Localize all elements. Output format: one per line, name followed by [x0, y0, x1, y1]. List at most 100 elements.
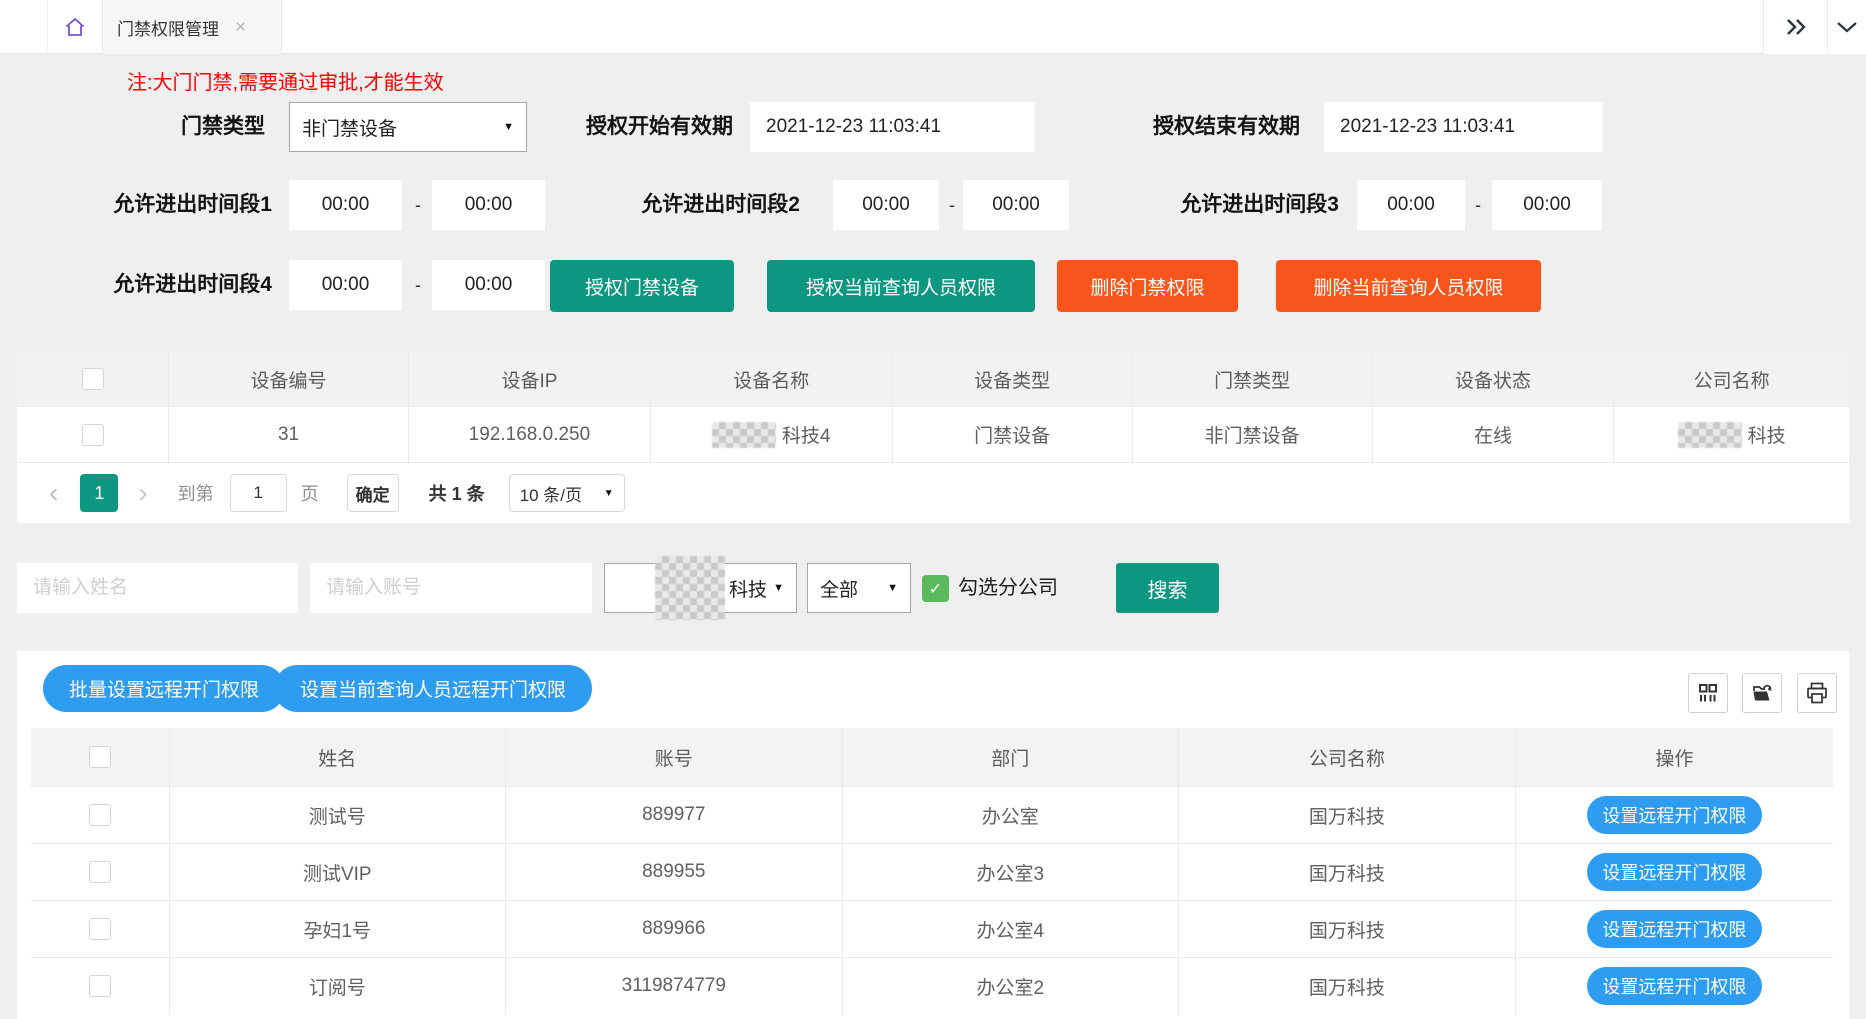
- account-search-input[interactable]: [310, 563, 592, 613]
- company-name-suffix: 科技: [1748, 421, 1786, 448]
- person-row: 测试号 889977 办公室 国万科技 设置远程开门权限: [31, 786, 1833, 843]
- close-icon[interactable]: ×: [235, 18, 246, 37]
- period4-from-input[interactable]: [289, 260, 402, 310]
- person-row: 订阅号 3119874779 办公室2 国万科技 设置远程开门权限: [31, 957, 1833, 1014]
- company-select-value: 科技: [729, 575, 767, 602]
- current-remote-open-button[interactable]: 设置当前查询人员远程开门权限: [274, 665, 592, 712]
- device-name-cell: 科技4: [651, 407, 893, 462]
- page-size-value: 10 条/页: [520, 481, 582, 506]
- check-icon: ✓: [929, 579, 942, 599]
- device-table-header-row: 设备编号 设备IP 设备名称 设备类型 门禁类型 设备状态 公司名称: [17, 352, 1849, 406]
- branch-checkbox-label: 勾选分公司: [958, 563, 1058, 613]
- auth-start-input[interactable]: [750, 102, 1035, 152]
- company-cell: 国万科技: [1179, 787, 1516, 843]
- col-name: 姓名: [170, 728, 506, 786]
- scope-select-value: 全部: [820, 575, 858, 602]
- period2-from-input[interactable]: [833, 180, 939, 230]
- expand-tabs-button[interactable]: [1763, 0, 1827, 54]
- department-cell: 办公室4: [843, 901, 1179, 957]
- select-all-cell: [31, 728, 170, 786]
- account-cell: 889955: [506, 844, 843, 900]
- total-count-label: 共 1 条: [429, 480, 485, 506]
- select-all-checkbox[interactable]: [82, 368, 104, 390]
- select-arrow-icon: ▼: [887, 582, 898, 594]
- company-cell: 国万科技: [1179, 844, 1516, 900]
- period1-from-input[interactable]: [289, 180, 402, 230]
- period4-to-input[interactable]: [432, 260, 545, 310]
- name-search-input[interactable]: [17, 563, 298, 613]
- row-checkbox[interactable]: [82, 424, 104, 446]
- period3-from-input[interactable]: [1357, 180, 1465, 230]
- print-button[interactable]: [1797, 673, 1837, 713]
- name-cell: 孕妇1号: [170, 901, 506, 957]
- device-name-suffix: 科技4: [782, 421, 831, 448]
- tab-menu-button[interactable]: [1827, 0, 1866, 54]
- select-all-checkbox[interactable]: [89, 746, 111, 768]
- account-cell: 889977: [506, 787, 843, 843]
- column-settings-button[interactable]: [1688, 673, 1728, 713]
- device-status-cell: 在线: [1373, 407, 1615, 462]
- row-select-cell: [31, 787, 170, 843]
- period2-to-input[interactable]: [963, 180, 1069, 230]
- person-table-header-row: 姓名 账号 部门 公司名称 操作: [31, 728, 1833, 786]
- next-page-icon[interactable]: ›: [138, 479, 147, 507]
- company-name-cell: 科技: [1614, 407, 1848, 462]
- authorize-device-button[interactable]: 授权门禁设备: [550, 260, 734, 312]
- row-select-cell: [31, 958, 170, 1014]
- col-device-type: 设备类型: [893, 352, 1133, 406]
- auth-end-input[interactable]: [1324, 102, 1603, 152]
- set-remote-open-button[interactable]: 设置远程开门权限: [1587, 853, 1762, 891]
- set-remote-open-button[interactable]: 设置远程开门权限: [1587, 796, 1762, 834]
- printer-icon: [1805, 681, 1829, 705]
- range-dash: -: [945, 180, 959, 230]
- search-button[interactable]: 搜索: [1116, 563, 1219, 613]
- double-chevron-right-icon: [1783, 16, 1809, 38]
- page-1-button[interactable]: 1: [80, 474, 118, 512]
- account-cell: 3119874779: [506, 958, 843, 1014]
- authorize-people-button[interactable]: 授权当前查询人员权限: [767, 260, 1035, 312]
- set-remote-open-button[interactable]: 设置远程开门权限: [1587, 967, 1762, 1005]
- access-type-select[interactable]: 非门禁设备 ▼: [289, 102, 527, 152]
- goto-page-label: 到第: [178, 480, 214, 506]
- branch-checkbox[interactable]: ✓: [922, 575, 949, 602]
- period4-label: 允许进出时间段4: [60, 260, 272, 310]
- period3-to-input[interactable]: [1492, 180, 1602, 230]
- access-permission-page: 门禁权限管理 × 注:大门门禁,需要通过审批,才能生效 门禁类型 非门禁设备 ▼…: [0, 0, 1866, 1019]
- col-department: 部门: [843, 728, 1179, 786]
- row-checkbox[interactable]: [89, 861, 111, 883]
- delete-device-permission-button[interactable]: 删除门禁权限: [1057, 260, 1238, 312]
- access-type-cell: 非门禁设备: [1133, 407, 1373, 462]
- person-panel: 批量设置远程开门权限 设置当前查询人员远程开门权限: [17, 651, 1849, 1019]
- approval-note: 注:大门门禁,需要通过审批,才能生效: [127, 66, 444, 95]
- prev-page-icon[interactable]: ‹: [49, 479, 58, 507]
- select-arrow-icon: ▼: [773, 582, 784, 594]
- pagination: ‹ 1 › 到第 页 确定 共 1 条 10 条/页 ▼: [17, 462, 1849, 523]
- row-checkbox[interactable]: [89, 804, 111, 826]
- range-dash: -: [411, 260, 425, 310]
- tab-access-permission[interactable]: 门禁权限管理 ×: [102, 0, 282, 54]
- page-size-select[interactable]: 10 条/页 ▼: [509, 474, 625, 512]
- confirm-page-button[interactable]: 确定: [347, 474, 399, 512]
- auth-end-label: 授权结束有效期: [1080, 102, 1300, 152]
- access-type-value: 非门禁设备: [302, 114, 397, 141]
- home-button[interactable]: [47, 0, 102, 54]
- col-device-id: 设备编号: [169, 352, 409, 406]
- delete-people-permission-button[interactable]: 删除当前查询人员权限: [1276, 260, 1541, 312]
- batch-remote-open-button[interactable]: 批量设置远程开门权限: [43, 665, 285, 712]
- device-table-panel: 设备编号 设备IP 设备名称 设备类型 门禁类型 设备状态 公司名称 31 19…: [17, 352, 1849, 523]
- goto-page-input[interactable]: [230, 474, 287, 512]
- actions-cell: 设置远程开门权限: [1516, 844, 1833, 900]
- set-remote-open-button[interactable]: 设置远程开门权限: [1587, 910, 1762, 948]
- period1-to-input[interactable]: [432, 180, 545, 230]
- period1-label: 允许进出时间段1: [60, 180, 272, 230]
- person-row: 孕妇1号 889966 办公室4 国万科技 设置远程开门权限: [31, 900, 1833, 957]
- tab-bar: 门禁权限管理 ×: [0, 0, 1866, 54]
- name-cell: 测试号: [170, 787, 506, 843]
- device-type-cell: 门禁设备: [893, 407, 1133, 462]
- row-checkbox[interactable]: [89, 975, 111, 997]
- scope-select[interactable]: 全部 ▼: [807, 563, 911, 613]
- export-button[interactable]: [1742, 673, 1782, 713]
- row-checkbox[interactable]: [89, 918, 111, 940]
- device-id-cell: 31: [169, 407, 409, 462]
- period3-label: 允许进出时间段3: [1130, 180, 1339, 230]
